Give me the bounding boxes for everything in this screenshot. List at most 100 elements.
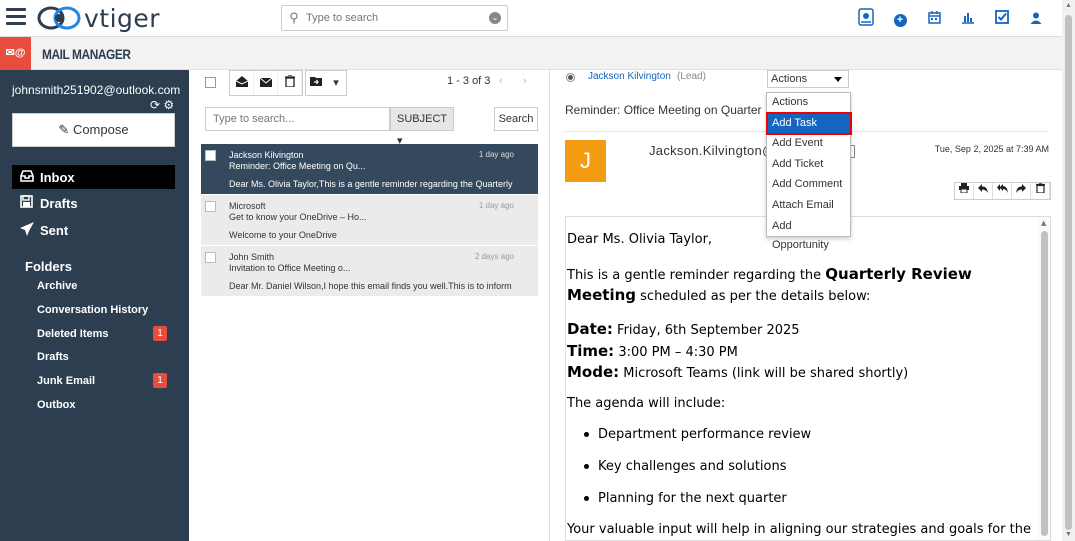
bullet-icon bbox=[584, 496, 589, 501]
body-text: Microsoft Teams (link will be shared sho… bbox=[619, 366, 909, 381]
reports-icon[interactable] bbox=[951, 11, 985, 27]
global-search[interactable]: ⚲ ⌄ bbox=[281, 5, 508, 31]
reply-icon[interactable] bbox=[974, 183, 993, 199]
sent-icon bbox=[20, 221, 40, 239]
user-icon[interactable] bbox=[1019, 11, 1053, 27]
folder-label: Outbox bbox=[37, 399, 76, 411]
actions-select-value: Actions bbox=[771, 73, 808, 85]
folder-label: Drafts bbox=[37, 351, 69, 363]
next-page-button[interactable]: › bbox=[523, 75, 527, 87]
menu-item-add-task[interactable]: Add Task bbox=[766, 112, 852, 135]
body-date-line: Date: Friday, 6th September 2025 bbox=[567, 320, 800, 338]
body-text: scheduled as per the details below: bbox=[636, 289, 871, 304]
sidebar: johnsmith251902@outlook.com ⟳ ⚙ ✎ Compos… bbox=[0, 70, 189, 541]
mail-date: 2 days ago bbox=[474, 252, 514, 261]
body-bold: Quarterly Review bbox=[825, 265, 972, 283]
sidebar-item-inbox[interactable]: Inbox bbox=[12, 165, 175, 189]
search-field-value: SUBJECT bbox=[397, 113, 447, 125]
gear-icon[interactable]: ⚙ bbox=[163, 98, 174, 112]
folders-heading: Folders bbox=[25, 259, 72, 274]
body-bold: Date: bbox=[567, 320, 613, 338]
mail-list-item[interactable]: Microsoft 1 day ago Get to know your One… bbox=[201, 195, 538, 246]
body-paragraph: This is a gentle reminder regarding the … bbox=[567, 265, 972, 283]
folder-conversation-history[interactable]: Conversation History bbox=[37, 304, 167, 316]
mail-list-item[interactable]: Jackson Kilvington 1 day ago Reminder: O… bbox=[201, 144, 538, 195]
body-scrollbar[interactable]: ▲ bbox=[1038, 217, 1050, 540]
refresh-icon[interactable]: ⟳ bbox=[150, 98, 160, 112]
mail-at-icon: ✉@ bbox=[0, 37, 31, 70]
body-time-line: Time: 3:00 PM – 4:30 PM bbox=[567, 342, 738, 360]
folder-archive[interactable]: Archive bbox=[37, 280, 167, 292]
account-email: johnsmith251902@outlook.com bbox=[12, 83, 181, 97]
mark-read-icon[interactable] bbox=[230, 71, 254, 95]
mail-subject: Reminder: Office Meeting on Qu... bbox=[229, 161, 366, 171]
forward-icon[interactable] bbox=[1012, 183, 1031, 199]
sidebar-item-label: Drafts bbox=[40, 195, 78, 211]
body-text: Department performance review bbox=[598, 427, 812, 442]
folder-label: Conversation History bbox=[37, 304, 149, 316]
menu-item-attach-email[interactable]: Attach Email bbox=[768, 196, 850, 215]
app-logo[interactable]: vtiger bbox=[36, 2, 160, 34]
body-text: Planning for the next quarter bbox=[598, 491, 787, 506]
contact-type: (Lead) bbox=[677, 71, 706, 82]
linked-contact-link[interactable]: Jackson Kilvington bbox=[588, 71, 671, 82]
mail-list-item[interactable]: John Smith 2 days ago Invitation to Offi… bbox=[201, 246, 538, 297]
mail-preview: Welcome to your OneDrive bbox=[229, 230, 337, 240]
mail-subject-heading: Reminder: Office Meeting on Quarter bbox=[565, 103, 762, 117]
move-folder-icon bbox=[306, 71, 326, 95]
body-bold: Meeting bbox=[567, 286, 637, 304]
vtiger-logo-icon bbox=[37, 6, 81, 30]
sidebar-item-sent[interactable]: Sent bbox=[12, 218, 175, 242]
calendar-icon[interactable] bbox=[917, 10, 951, 27]
mail-preview: Dear Ms. Olivia Taylor,This is a gentle … bbox=[229, 179, 513, 189]
unread-badge: 1 bbox=[153, 373, 167, 388]
folder-outbox[interactable]: Outbox bbox=[37, 399, 167, 411]
move-dropdown[interactable]: ▾ bbox=[305, 70, 347, 96]
sidebar-item-drafts[interactable]: Drafts bbox=[12, 191, 175, 215]
edit-icon: ✎ bbox=[58, 122, 70, 137]
body-text: Key challenges and solutions bbox=[598, 459, 787, 474]
print-icon[interactable] bbox=[955, 183, 974, 199]
add-icon[interactable]: + bbox=[883, 10, 917, 27]
menu-item-add-ticket[interactable]: Add Ticket bbox=[768, 155, 850, 174]
folder-label: Junk Email bbox=[37, 375, 96, 387]
mail-checkbox[interactable] bbox=[205, 252, 216, 263]
search-field-select[interactable]: SUBJECT ▾ bbox=[390, 107, 454, 147]
menu-item-actions[interactable]: Actions bbox=[768, 93, 850, 112]
scrollbar-thumb[interactable] bbox=[1041, 231, 1048, 536]
scroll-up-icon[interactable]: ▲ bbox=[1041, 219, 1046, 227]
scrollbar-thumb[interactable] bbox=[1065, 15, 1072, 530]
folder-drafts[interactable]: Drafts bbox=[37, 351, 167, 363]
chevron-down-icon[interactable]: ⌄ bbox=[489, 12, 501, 24]
bullet-icon bbox=[584, 464, 589, 469]
tasks-icon[interactable] bbox=[985, 10, 1019, 27]
avatar: J bbox=[565, 140, 606, 182]
scroll-down-icon[interactable]: ▼ bbox=[1065, 531, 1072, 538]
search-button[interactable]: Search bbox=[494, 107, 538, 131]
trash-icon[interactable] bbox=[278, 71, 302, 95]
scroll-up-icon[interactable]: ▲ bbox=[1065, 2, 1072, 9]
folder-junk-email[interactable]: Junk Email 1 bbox=[37, 373, 167, 388]
menu-item-add-opportunity[interactable]: Add Opportunity bbox=[768, 217, 850, 251]
menu-item-add-comment[interactable]: Add Comment bbox=[768, 175, 850, 194]
menu-item-add-event[interactable]: Add Event bbox=[768, 134, 850, 153]
body-closing: Your valuable input will help in alignin… bbox=[567, 522, 1031, 537]
voice-icon[interactable] bbox=[849, 8, 883, 29]
global-search-input[interactable] bbox=[306, 12, 476, 24]
folder-deleted-items[interactable]: Deleted Items 1 bbox=[37, 326, 167, 341]
menu-icon[interactable] bbox=[6, 8, 26, 26]
reply-all-icon[interactable] bbox=[993, 183, 1012, 199]
drafts-icon bbox=[20, 195, 40, 211]
mark-unread-icon[interactable] bbox=[254, 71, 278, 95]
mail-search-input[interactable] bbox=[205, 107, 390, 131]
contact-radio[interactable] bbox=[566, 73, 575, 82]
actions-select[interactable]: Actions bbox=[767, 70, 849, 88]
compose-button[interactable]: ✎ Compose bbox=[12, 113, 175, 147]
select-all-checkbox[interactable] bbox=[205, 77, 216, 88]
trash-icon[interactable] bbox=[1031, 182, 1050, 199]
prev-page-button[interactable]: ‹ bbox=[499, 75, 503, 87]
bullet-icon bbox=[584, 432, 589, 437]
page-scrollbar[interactable]: ▲ ▼ bbox=[1062, 0, 1075, 541]
mail-checkbox[interactable] bbox=[205, 150, 216, 161]
mail-checkbox[interactable] bbox=[205, 201, 216, 212]
